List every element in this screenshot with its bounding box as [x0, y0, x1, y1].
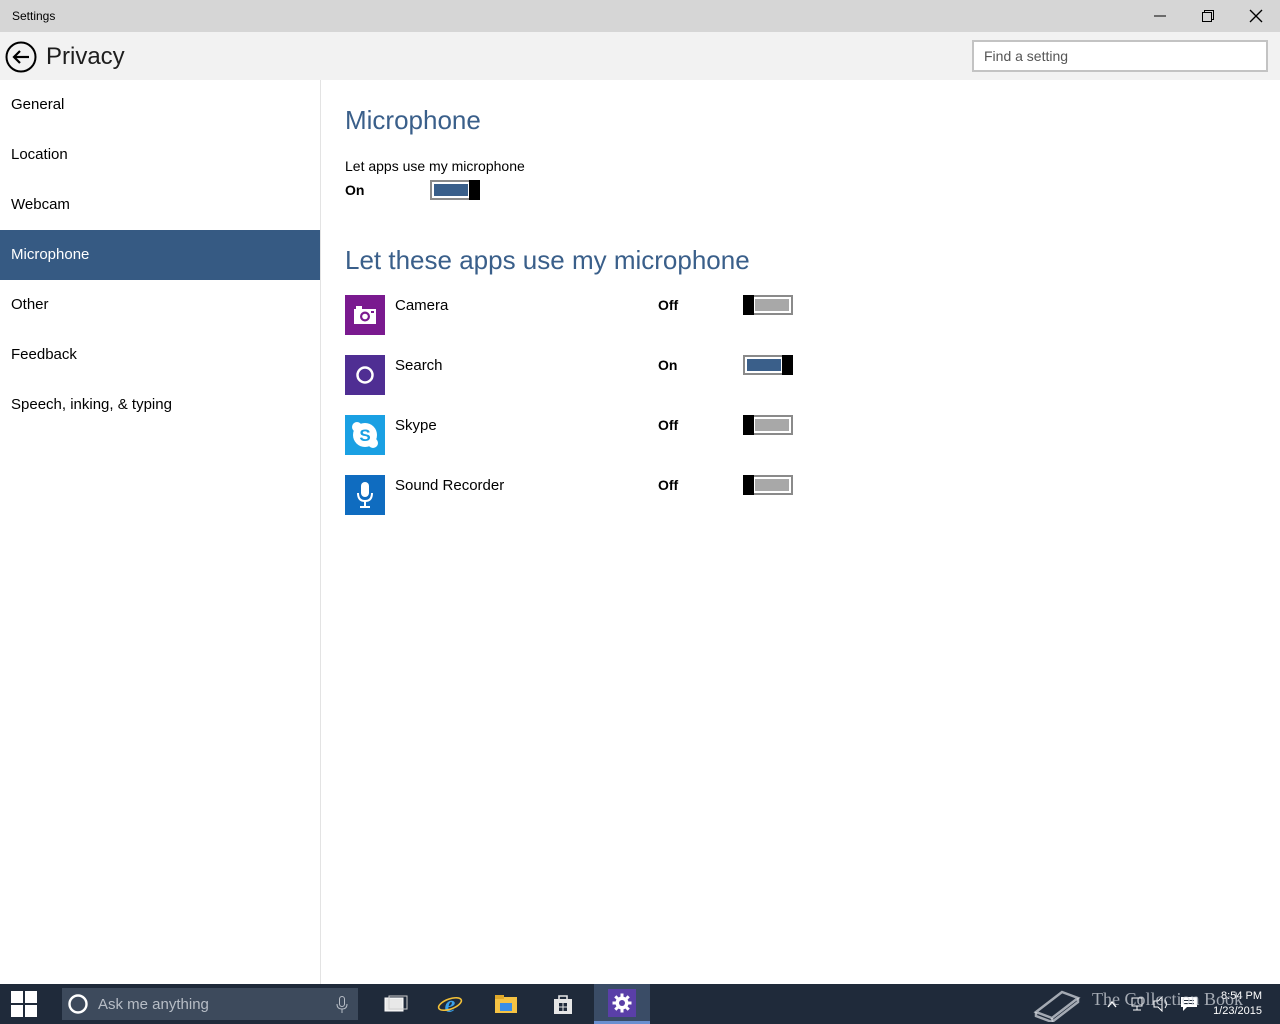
- page-title: Privacy: [46, 43, 125, 70]
- app-row-skype: S Skype Off: [345, 415, 805, 455]
- toggle-fill: [434, 184, 468, 196]
- store-bag-icon: [554, 995, 572, 1014]
- cortana-circle-icon: [68, 994, 88, 1014]
- toggle-knob[interactable]: [782, 355, 793, 375]
- microphone-icon[interactable]: [336, 996, 348, 1014]
- task-view-icon: [384, 995, 408, 1012]
- sidebar-item-general[interactable]: General: [0, 80, 320, 130]
- back-arrow-icon: [5, 41, 37, 73]
- master-toggle-label: Let apps use my microphone: [345, 158, 525, 174]
- master-toggle-state: On: [345, 182, 365, 198]
- settings-app-button[interactable]: [594, 984, 650, 1024]
- sidebar-item-label: General: [11, 96, 65, 113]
- internet-explorer-icon: e: [437, 992, 463, 1017]
- skype-toggle[interactable]: [743, 415, 793, 435]
- sidebar-item-other[interactable]: Other: [0, 280, 320, 330]
- sidebar-item-label: Location: [11, 146, 68, 163]
- app-state: On: [658, 357, 678, 373]
- book-icon: [1033, 990, 1081, 1022]
- cortana-icon: [345, 355, 385, 395]
- sidebar-item-label: Webcam: [11, 196, 70, 213]
- toggle-fill: [755, 299, 789, 311]
- app-name: Camera: [395, 297, 449, 314]
- restore-button[interactable]: [1184, 0, 1232, 32]
- sidebar-item-speech[interactable]: Speech, inking, & typing: [0, 380, 320, 430]
- svg-text:e: e: [445, 992, 456, 1017]
- window-title: Settings: [12, 9, 56, 23]
- watermark: The Collection Book: [1030, 984, 1270, 1024]
- windows-logo-icon: [11, 991, 37, 1017]
- sidebar-item-label: Microphone: [11, 246, 90, 263]
- taskbar-search-box[interactable]: Ask me anything: [62, 988, 358, 1020]
- sidebar-item-webcam[interactable]: Webcam: [0, 180, 320, 230]
- task-view-button[interactable]: [368, 984, 424, 1024]
- start-button[interactable]: [0, 984, 48, 1024]
- search-toggle[interactable]: [743, 355, 793, 375]
- toggle-knob[interactable]: [469, 180, 480, 200]
- folder-icon: [495, 995, 517, 1013]
- sidebar-item-label: Other: [11, 296, 49, 313]
- sidebar-item-location[interactable]: Location: [0, 130, 320, 180]
- master-microphone-toggle[interactable]: [430, 180, 480, 200]
- skype-icon: S: [345, 415, 385, 455]
- toggle-fill: [747, 359, 781, 371]
- toggle-knob[interactable]: [743, 295, 754, 315]
- sound-recorder-toggle[interactable]: [743, 475, 793, 495]
- microphone-icon: [345, 475, 385, 515]
- find-setting-search[interactable]: [972, 40, 1268, 72]
- back-button[interactable]: [5, 41, 37, 73]
- toggle-knob[interactable]: [743, 475, 754, 495]
- camera-icon: [345, 295, 385, 335]
- minimize-button[interactable]: [1136, 0, 1184, 32]
- sidebar-item-microphone[interactable]: Microphone: [0, 230, 320, 280]
- app-state: Off: [658, 477, 679, 493]
- internet-explorer-button[interactable]: e: [422, 984, 478, 1024]
- app-name: Skype: [395, 417, 437, 434]
- sidebar-item-label: Speech, inking, & typing: [11, 396, 172, 413]
- watermark-text: The Collection Book: [1092, 989, 1243, 1009]
- minimize-icon: [1154, 15, 1166, 17]
- header: Privacy: [0, 32, 1280, 80]
- toggle-fill: [755, 419, 789, 431]
- app-row-sound-recorder: Sound Recorder Off: [345, 475, 805, 515]
- close-icon: [1249, 9, 1263, 23]
- app-name: Sound Recorder: [395, 477, 505, 494]
- file-explorer-button[interactable]: [478, 984, 534, 1024]
- section-heading: Microphone: [345, 105, 481, 135]
- taskbar-search-placeholder: Ask me anything: [98, 996, 209, 1013]
- main-content: Microphone Let apps use my microphone On…: [321, 80, 1280, 984]
- app-state: Off: [658, 297, 679, 313]
- sidebar-item-label: Feedback: [11, 346, 77, 363]
- restore-icon: [1202, 10, 1214, 22]
- title-bar: Settings: [0, 0, 1280, 32]
- app-state: Off: [658, 417, 679, 433]
- app-row-search: Search On: [345, 355, 805, 395]
- camera-toggle[interactable]: [743, 295, 793, 315]
- toggle-knob[interactable]: [743, 415, 754, 435]
- settings-tile: [608, 988, 636, 1017]
- app-name: Search: [395, 357, 443, 374]
- apps-heading: Let these apps use my microphone: [345, 245, 750, 275]
- find-setting-input[interactable]: [974, 42, 1264, 70]
- store-button[interactable]: [535, 984, 591, 1024]
- sidebar: General Location Webcam Microphone Other…: [0, 80, 321, 984]
- sidebar-item-feedback[interactable]: Feedback: [0, 330, 320, 380]
- app-row-camera: Camera Off: [345, 295, 805, 335]
- svg-text:S: S: [359, 426, 370, 445]
- toggle-fill: [755, 479, 789, 491]
- close-button[interactable]: [1232, 0, 1280, 32]
- gear-icon: [612, 993, 632, 1012]
